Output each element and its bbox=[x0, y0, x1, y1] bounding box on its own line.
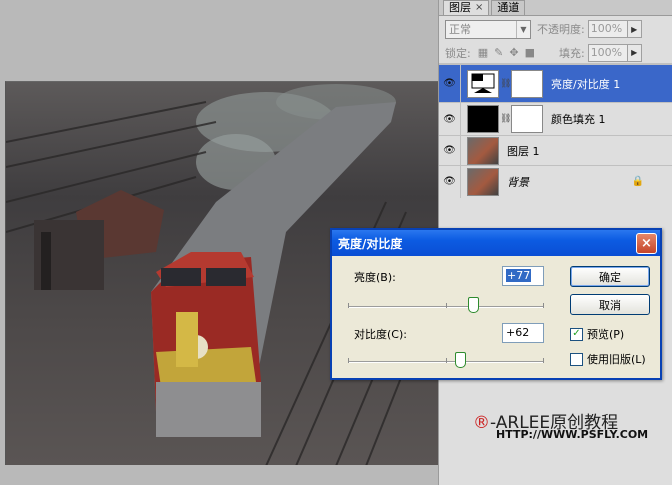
slider-tick bbox=[446, 303, 447, 308]
color-fill-thumb bbox=[467, 105, 499, 133]
fill-arrow-icon[interactable]: ▶ bbox=[627, 43, 642, 62]
tab-layers-label: 图层 bbox=[449, 1, 471, 14]
brightness-input[interactable]: +77 bbox=[502, 266, 544, 286]
ok-button[interactable]: 确定 bbox=[570, 266, 650, 287]
lock-icon: 🔒 bbox=[631, 176, 644, 187]
brightness-label: 亮度(B): bbox=[354, 271, 396, 284]
preview-check-box[interactable]: ✓ bbox=[570, 327, 583, 341]
opacity-label: 不透明度: bbox=[537, 23, 585, 36]
lock-row: 锁定: ▦ ✎ ✥ ■ 填充: 100% ▶ bbox=[439, 42, 672, 64]
lock-icons: ▦ ✎ ✥ ■ bbox=[478, 46, 535, 59]
tab-channels-label: 通道 bbox=[497, 1, 520, 14]
dialog-body: 亮度(B): +77 对比度(C): +62 确定 取消 ✓ 预览(P) 使用旧… bbox=[332, 256, 660, 378]
opacity-arrow-icon[interactable]: ▶ bbox=[627, 20, 642, 38]
contrast-slider[interactable] bbox=[348, 352, 544, 368]
lock-all-icon[interactable]: ■ bbox=[525, 46, 535, 59]
visibility-eye-icon[interactable]: 👁 bbox=[439, 165, 461, 198]
contrast-input[interactable]: +62 bbox=[502, 323, 544, 343]
slider-tick bbox=[543, 303, 544, 308]
lock-move-icon[interactable]: ✥ bbox=[509, 46, 518, 59]
chevron-down-icon: ▼ bbox=[516, 20, 530, 38]
lock-transparency-icon[interactable]: ▦ bbox=[478, 46, 488, 59]
brightness-contrast-dialog: 亮度/对比度 × 亮度(B): +77 对比度(C): +62 确定 取消 ✓ … bbox=[330, 228, 662, 380]
background-thumb bbox=[467, 167, 499, 196]
legacy-checkbox[interactable]: 使用旧版(L) bbox=[570, 351, 646, 367]
tab-channels[interactable]: 通道 bbox=[491, 0, 526, 15]
slider-tick bbox=[348, 303, 349, 308]
layer-row-color-fill[interactable]: 👁 ⛓ 颜色填充 1 bbox=[439, 102, 672, 136]
legacy-label: 使用旧版(L) bbox=[587, 353, 646, 366]
layer-mask-thumb[interactable] bbox=[511, 69, 543, 98]
legacy-check-box[interactable] bbox=[570, 352, 583, 366]
tab-layers[interactable]: 图层 × bbox=[443, 0, 490, 15]
lock-brush-icon[interactable]: ✎ bbox=[494, 46, 503, 59]
cancel-button[interactable]: 取消 bbox=[570, 294, 650, 315]
fill-label: 填充: bbox=[558, 46, 585, 60]
lock-label: 锁定: bbox=[445, 46, 471, 60]
dialog-title: 亮度/对比度 bbox=[338, 236, 403, 251]
layer-mask-thumb[interactable] bbox=[511, 105, 543, 133]
visibility-eye-icon[interactable]: 👁 bbox=[439, 64, 461, 103]
blend-mode-value: 正常 bbox=[449, 23, 471, 36]
visibility-eye-icon[interactable]: 👁 bbox=[439, 102, 461, 136]
brightness-adjust-icon bbox=[471, 73, 495, 93]
slider-tick bbox=[348, 358, 349, 363]
layer-name-color-fill: 颜色填充 1 bbox=[551, 113, 606, 126]
slider-tick bbox=[446, 358, 447, 363]
contrast-label: 对比度(C): bbox=[354, 328, 407, 341]
opacity-input[interactable]: 100% bbox=[587, 20, 628, 38]
brightness-value: +77 bbox=[506, 269, 532, 282]
brightness-slider-handle[interactable] bbox=[468, 297, 479, 313]
slider-tick bbox=[543, 358, 544, 363]
visibility-eye-icon[interactable]: 👁 bbox=[439, 135, 461, 166]
registered-mark: ® bbox=[473, 413, 490, 433]
layer-name-brightness: 亮度/对比度 1 bbox=[551, 77, 621, 91]
contrast-value: +62 bbox=[506, 326, 530, 339]
blend-row: 正常 ▼ 不透明度: 100% ▶ bbox=[439, 16, 672, 42]
blend-mode-select[interactable]: 正常 ▼ bbox=[445, 19, 531, 39]
fill-input[interactable]: 100% bbox=[587, 43, 628, 62]
layer-row-brightness[interactable]: 👁 ⛓ 亮度/对比度 1 bbox=[439, 64, 672, 103]
layer-name-background: 背景 bbox=[507, 175, 529, 189]
close-button[interactable]: × bbox=[636, 232, 657, 254]
preview-label: 预览(P) bbox=[587, 328, 625, 341]
layer-row-layer1[interactable]: 👁 图层 1 bbox=[439, 135, 672, 166]
contrast-slider-handle[interactable] bbox=[455, 352, 466, 368]
chain-link-icon[interactable]: ⛓ bbox=[500, 114, 511, 124]
adjustment-layer-thumb bbox=[467, 69, 499, 98]
preview-checkbox[interactable]: ✓ 预览(P) bbox=[570, 326, 624, 342]
panel-tabs: 图层 × 通道 bbox=[439, 0, 672, 16]
watermark-url: HTTP://WWW.PSFLY.COM bbox=[496, 428, 649, 441]
layer1-thumb bbox=[467, 136, 499, 165]
layer-row-background[interactable]: 👁 背景 🔒 bbox=[439, 165, 672, 198]
chain-link-icon[interactable]: ⛓ bbox=[500, 79, 511, 89]
dialog-titlebar[interactable]: 亮度/对比度 × bbox=[332, 230, 660, 256]
layer-name-layer1: 图层 1 bbox=[507, 144, 540, 158]
tab-close-icon[interactable]: × bbox=[475, 1, 483, 15]
brightness-slider[interactable] bbox=[348, 297, 544, 313]
